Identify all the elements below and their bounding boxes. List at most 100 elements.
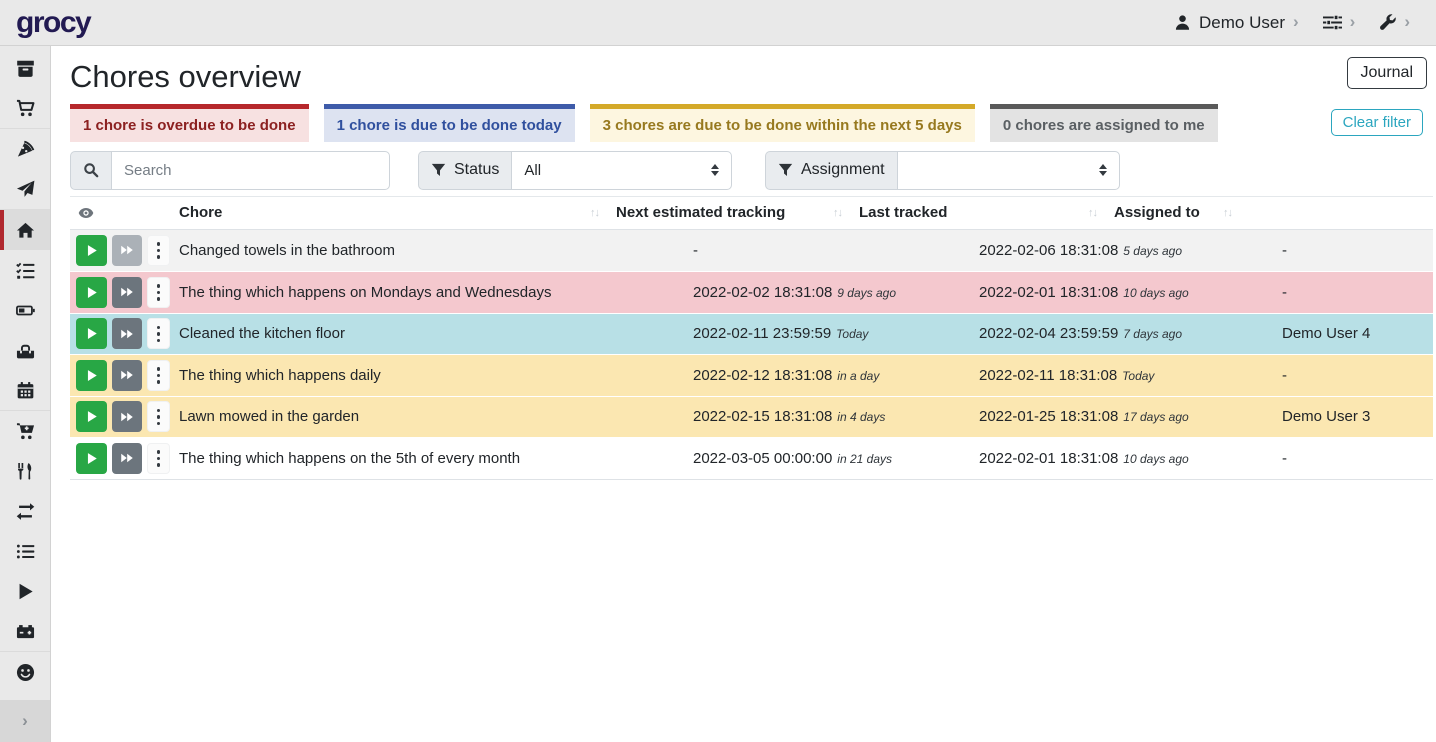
sort-icon: ↑↓ bbox=[590, 207, 599, 219]
row-menu-button[interactable] bbox=[147, 277, 170, 308]
home-icon bbox=[16, 221, 35, 240]
sidebar-item-cart-plus[interactable] bbox=[0, 411, 50, 451]
top-navbar: grocy Demo User › › › bbox=[0, 0, 1436, 46]
wrench-icon bbox=[1379, 14, 1396, 31]
last-tracked-cell: 2022-01-25 18:31:0817 days ago bbox=[970, 408, 1273, 425]
grocy-logo[interactable]: grocy bbox=[16, 8, 90, 38]
sidebar-item-paper-plane[interactable] bbox=[0, 169, 50, 209]
journal-button[interactable]: Journal bbox=[1347, 57, 1427, 89]
chevron-right-icon: › bbox=[1350, 13, 1356, 30]
assigned-to-cell: - bbox=[1273, 450, 1433, 467]
clear-filter-button[interactable]: Clear filter bbox=[1331, 109, 1423, 136]
assigned-to-cell: - bbox=[1273, 367, 1433, 384]
checklist-icon bbox=[16, 261, 35, 280]
last-tracked-cell: 2022-02-01 18:31:0810 days ago bbox=[970, 450, 1273, 467]
track-chore-button[interactable] bbox=[76, 360, 107, 391]
track-chore-button[interactable] bbox=[76, 277, 107, 308]
row-menu-button[interactable] bbox=[147, 318, 170, 349]
sidebar-item-toolbox[interactable] bbox=[0, 330, 50, 370]
assigned-to-cell: Demo User 4 bbox=[1273, 325, 1433, 342]
settings-menu[interactable]: › bbox=[1323, 14, 1356, 31]
track-chore-button[interactable] bbox=[76, 443, 107, 474]
assigned-to-cell: Demo User 3 bbox=[1273, 408, 1433, 425]
status-card-due-today[interactable]: 1 chore is due to be done today bbox=[324, 104, 575, 142]
status-card-overdue[interactable]: 1 chore is overdue to be done bbox=[70, 104, 309, 142]
table-body: Changed towels in the bathroom - 2022-02… bbox=[70, 230, 1433, 480]
chevron-right-icon: › bbox=[1293, 13, 1299, 30]
track-chore-button[interactable] bbox=[76, 318, 107, 349]
status-filter-select[interactable]: All bbox=[511, 151, 732, 190]
sort-icon: ↑↓ bbox=[1223, 207, 1232, 219]
sidebar-group bbox=[0, 209, 50, 410]
track-chore-button[interactable] bbox=[76, 401, 107, 432]
sidebar-item-smiley[interactable] bbox=[0, 652, 50, 692]
cart-plus-icon bbox=[16, 422, 35, 441]
sidebar-item-utensils[interactable] bbox=[0, 451, 50, 491]
sidebar-item-list[interactable] bbox=[0, 531, 50, 571]
skip-chore-button[interactable] bbox=[112, 318, 143, 349]
status-filter-value: All bbox=[524, 162, 541, 179]
sidebar-item-pizza-slice[interactable] bbox=[0, 129, 50, 169]
next-estimated-tracking-cell: - bbox=[684, 242, 970, 259]
last-tracked-cell: 2022-02-06 18:31:085 days ago bbox=[970, 242, 1273, 259]
assigned-to-cell: - bbox=[1273, 242, 1433, 259]
assignment-filter-select[interactable] bbox=[897, 151, 1120, 190]
last-tracked-cell: 2022-02-11 18:31:08Today bbox=[970, 367, 1273, 384]
search-input[interactable] bbox=[111, 151, 390, 190]
status-card-assigned-me[interactable]: 0 chores are assigned to me bbox=[990, 104, 1218, 142]
user-menu[interactable]: Demo User › bbox=[1174, 13, 1299, 33]
calendar-icon bbox=[16, 381, 35, 400]
column-header-assigned-to[interactable]: Assigned to↑↓ bbox=[1105, 197, 1240, 229]
table-row: Lawn mowed in the garden 2022-02-15 18:3… bbox=[70, 396, 1433, 438]
sidebar-item-home[interactable] bbox=[0, 210, 50, 250]
sidebar-group bbox=[0, 48, 50, 128]
assigned-to-cell: - bbox=[1273, 284, 1433, 301]
sort-icon: ↑↓ bbox=[833, 207, 842, 219]
column-header-next-tracking[interactable]: Next estimated tracking↑↓ bbox=[607, 197, 850, 229]
filter-row: Status All Assignment bbox=[70, 151, 1433, 190]
sidebar-item-play[interactable] bbox=[0, 571, 50, 611]
sidebar-group bbox=[0, 410, 50, 651]
table-row: Changed towels in the bathroom - 2022-02… bbox=[70, 230, 1433, 272]
chore-name: The thing which happens on the 5th of ev… bbox=[170, 450, 684, 467]
sidebar-item-box[interactable] bbox=[0, 48, 50, 88]
table-header: Chore↑↓ Next estimated tracking↑↓ Last t… bbox=[70, 197, 1433, 230]
status-card-due-soon[interactable]: 3 chores are due to be done within the n… bbox=[590, 104, 975, 142]
column-header-chore[interactable]: Chore↑↓ bbox=[170, 197, 607, 229]
track-chore-button[interactable] bbox=[76, 235, 107, 266]
row-menu-button[interactable] bbox=[147, 360, 170, 391]
skip-chore-button[interactable] bbox=[112, 360, 143, 391]
row-menu-button[interactable] bbox=[147, 443, 170, 474]
admin-menu[interactable]: › bbox=[1379, 14, 1410, 31]
skip-chore-button[interactable] bbox=[112, 443, 143, 474]
sidebar-collapse-button[interactable]: › bbox=[0, 700, 50, 742]
sidebar-item-car-battery[interactable] bbox=[0, 611, 50, 651]
search-icon bbox=[83, 162, 99, 178]
skip-chore-button bbox=[112, 235, 143, 266]
row-menu-button[interactable] bbox=[147, 235, 170, 266]
sidebar-item-battery[interactable] bbox=[0, 290, 50, 330]
row-menu-button[interactable] bbox=[147, 401, 170, 432]
page-title: Chores overview bbox=[70, 59, 301, 95]
column-header-last-tracked[interactable]: Last tracked↑↓ bbox=[850, 197, 1105, 229]
sidebar-item-exchange[interactable] bbox=[0, 491, 50, 531]
main-content: Chores overview Journal 1 chore is overd… bbox=[51, 46, 1436, 742]
skip-chore-button[interactable] bbox=[112, 277, 143, 308]
paper-plane-icon bbox=[16, 180, 35, 199]
list-icon bbox=[16, 542, 35, 561]
skip-chore-button[interactable] bbox=[112, 401, 143, 432]
sidebar-item-calendar[interactable] bbox=[0, 370, 50, 410]
chevron-right-icon: › bbox=[22, 711, 28, 731]
sidebar-item-checklist[interactable] bbox=[0, 250, 50, 290]
sort-icon: ↑↓ bbox=[1088, 207, 1097, 219]
last-tracked-cell: 2022-02-01 18:31:0810 days ago bbox=[970, 284, 1273, 301]
chore-name: Cleaned the kitchen floor bbox=[170, 325, 684, 342]
pizza-slice-icon bbox=[16, 140, 35, 159]
column-visibility-header[interactable] bbox=[70, 197, 170, 229]
chore-name: The thing which happens daily bbox=[170, 367, 684, 384]
sidebar-item-shopping-cart[interactable] bbox=[0, 88, 50, 128]
chore-name: Lawn mowed in the garden bbox=[170, 408, 684, 425]
box-icon bbox=[16, 59, 35, 78]
sidebar-group bbox=[0, 651, 50, 692]
user-menu-label: Demo User bbox=[1199, 13, 1285, 33]
